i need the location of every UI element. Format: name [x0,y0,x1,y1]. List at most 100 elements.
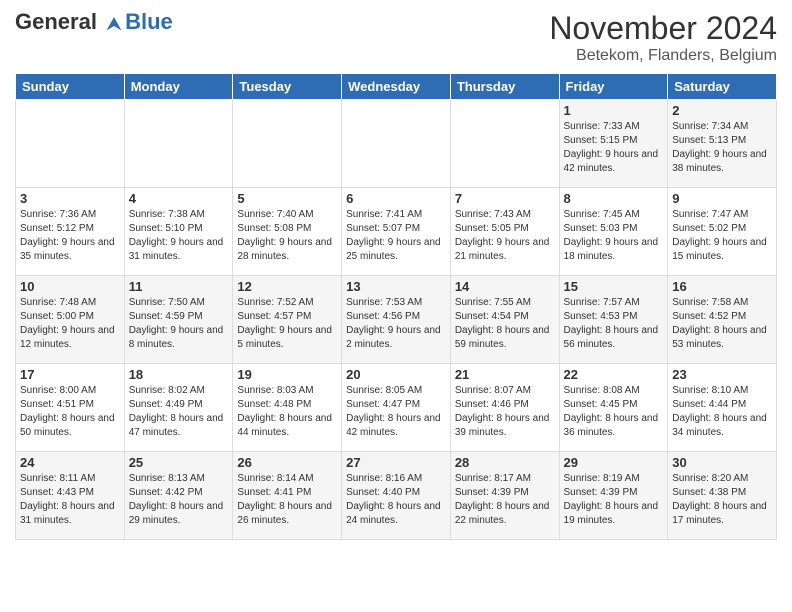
month-title: November 2024 [549,10,777,47]
day-number: 21 [455,367,555,382]
calendar-header-row: Sunday Monday Tuesday Wednesday Thursday… [16,74,777,100]
calendar-cell: 14 Sunrise: 7:55 AM Sunset: 4:54 PM Dayli… [450,276,559,364]
day-number: 27 [346,455,446,470]
calendar-cell: 30 Sunrise: 8:20 AM Sunset: 4:38 PM Dayli… [668,452,777,540]
day-number: 28 [455,455,555,470]
logo-arrow-icon [105,14,123,32]
day-info: Sunrise: 7:50 AM Sunset: 4:59 PM Dayligh… [129,296,229,352]
calendar-cell: 20 Sunrise: 8:05 AM Sunset: 4:47 PM Dayli… [342,364,451,452]
day-number: 9 [672,191,772,206]
calendar-cell: 12 Sunrise: 7:52 AM Sunset: 4:57 PM Dayli… [233,276,342,364]
day-info: Sunrise: 8:20 AM Sunset: 4:38 PM Dayligh… [672,472,772,528]
calendar-cell: 6Sunrise: 7:41 AM Sunset: 5:07 PM Daylig… [342,188,451,276]
day-number: 16 [672,279,772,294]
day-number: 13 [346,279,446,294]
day-info: Sunrise: 8:17 AM Sunset: 4:39 PM Dayligh… [455,472,555,528]
day-number: 17 [20,367,120,382]
calendar-cell: 16 Sunrise: 7:58 AM Sunset: 4:52 PM Dayli… [668,276,777,364]
day-info: Sunrise: 7:33 AM Sunset: 5:15 PM Dayligh… [564,120,664,176]
day-info: Sunrise: 8:05 AM Sunset: 4:47 PM Dayligh… [346,384,446,440]
day-info: Sunrise: 7:38 AM Sunset: 5:10 PM Dayligh… [129,208,229,264]
calendar-cell: 28 Sunrise: 8:17 AM Sunset: 4:39 PM Dayli… [450,452,559,540]
calendar-cell: 3 Sunrise: 7:36 AM Sunset: 5:12 PM Daylig… [16,188,125,276]
day-info: Sunrise: 7:45 AM Sunset: 5:03 PM Dayligh… [564,208,664,264]
day-number: 3 [20,191,120,206]
day-info: Sunrise: 8:02 AM Sunset: 4:49 PM Dayligh… [129,384,229,440]
day-number: 23 [672,367,772,382]
calendar-cell: 19 Sunrise: 8:03 AM Sunset: 4:48 PM Dayli… [233,364,342,452]
calendar-cell [124,100,233,188]
day-info: Sunrise: 8:11 AM Sunset: 4:43 PM Dayligh… [20,472,120,528]
calendar-cell [342,100,451,188]
calendar-cell: 9 Sunrise: 7:47 AM Sunset: 5:02 PM Daylig… [668,188,777,276]
day-number: 7 [455,191,555,206]
col-friday: Friday [559,74,668,100]
day-info: Sunrise: 7:36 AM Sunset: 5:12 PM Dayligh… [20,208,120,264]
day-number: 15 [564,279,664,294]
day-info: Sunrise: 8:19 AM Sunset: 4:39 PM Dayligh… [564,472,664,528]
day-number: 20 [346,367,446,382]
calendar-cell: 4 Sunrise: 7:38 AM Sunset: 5:10 PM Daylig… [124,188,233,276]
calendar-cell [450,100,559,188]
day-info: Sunrise: 7:57 AM Sunset: 4:53 PM Dayligh… [564,296,664,352]
calendar-cell: 22 Sunrise: 8:08 AM Sunset: 4:45 PM Dayli… [559,364,668,452]
day-number: 26 [237,455,337,470]
calendar-week-row: 1 Sunrise: 7:33 AM Sunset: 5:15 PM Daylig… [16,100,777,188]
calendar-cell: 17 Sunrise: 8:00 AM Sunset: 4:51 PM Dayli… [16,364,125,452]
day-info: Sunrise: 7:52 AM Sunset: 4:57 PM Dayligh… [237,296,337,352]
day-number: 25 [129,455,229,470]
calendar-cell: 29 Sunrise: 8:19 AM Sunset: 4:39 PM Dayli… [559,452,668,540]
calendar-cell: 15 Sunrise: 7:57 AM Sunset: 4:53 PM Dayli… [559,276,668,364]
col-saturday: Saturday [668,74,777,100]
day-number: 30 [672,455,772,470]
day-info: Sunrise: 7:41 AM Sunset: 5:07 PM Dayligh… [346,208,446,264]
day-number: 2 [672,103,772,118]
day-info: Sunrise: 7:55 AM Sunset: 4:54 PM Dayligh… [455,296,555,352]
calendar-cell: 18Sunrise: 8:02 AM Sunset: 4:49 PM Dayli… [124,364,233,452]
col-thursday: Thursday [450,74,559,100]
day-number: 1 [564,103,664,118]
day-number: 12 [237,279,337,294]
calendar-cell [16,100,125,188]
day-info: Sunrise: 7:43 AM Sunset: 5:05 PM Dayligh… [455,208,555,264]
day-number: 10 [20,279,120,294]
col-sunday: Sunday [16,74,125,100]
day-number: 22 [564,367,664,382]
calendar-cell: 1 Sunrise: 7:33 AM Sunset: 5:15 PM Daylig… [559,100,668,188]
day-info: Sunrise: 7:58 AM Sunset: 4:52 PM Dayligh… [672,296,772,352]
day-info: Sunrise: 8:03 AM Sunset: 4:48 PM Dayligh… [237,384,337,440]
day-info: Sunrise: 8:16 AM Sunset: 4:40 PM Dayligh… [346,472,446,528]
day-number: 29 [564,455,664,470]
day-info: Sunrise: 8:14 AM Sunset: 4:41 PM Dayligh… [237,472,337,528]
calendar-cell: 25 Sunrise: 8:13 AM Sunset: 4:42 PM Dayli… [124,452,233,540]
day-info: Sunrise: 7:47 AM Sunset: 5:02 PM Dayligh… [672,208,772,264]
calendar-cell: 11Sunrise: 7:50 AM Sunset: 4:59 PM Dayli… [124,276,233,364]
day-number: 4 [129,191,229,206]
day-number: 14 [455,279,555,294]
calendar-week-row: 10Sunrise: 7:48 AM Sunset: 5:00 PM Dayli… [16,276,777,364]
day-info: Sunrise: 7:34 AM Sunset: 5:13 PM Dayligh… [672,120,772,176]
day-info: Sunrise: 8:07 AM Sunset: 4:46 PM Dayligh… [455,384,555,440]
calendar-cell: 27 Sunrise: 8:16 AM Sunset: 4:40 PM Dayli… [342,452,451,540]
calendar-cell [233,100,342,188]
calendar-cell: 2 Sunrise: 7:34 AM Sunset: 5:13 PM Daylig… [668,100,777,188]
page-container: General Blue November 2024 Betekom, Flan… [0,0,792,550]
day-info: Sunrise: 8:00 AM Sunset: 4:51 PM Dayligh… [20,384,120,440]
calendar-week-row: 17 Sunrise: 8:00 AM Sunset: 4:51 PM Dayli… [16,364,777,452]
header: General Blue November 2024 Betekom, Flan… [15,10,777,65]
calendar-table: Sunday Monday Tuesday Wednesday Thursday… [15,73,777,540]
logo: General Blue [15,10,173,34]
calendar-cell: 26 Sunrise: 8:14 AM Sunset: 4:41 PM Dayli… [233,452,342,540]
calendar-week-row: 3 Sunrise: 7:36 AM Sunset: 5:12 PM Daylig… [16,188,777,276]
col-monday: Monday [124,74,233,100]
day-info: Sunrise: 8:10 AM Sunset: 4:44 PM Dayligh… [672,384,772,440]
day-info: Sunrise: 8:13 AM Sunset: 4:42 PM Dayligh… [129,472,229,528]
logo-general: General [15,9,97,34]
col-wednesday: Wednesday [342,74,451,100]
day-number: 5 [237,191,337,206]
day-info: Sunrise: 7:40 AM Sunset: 5:08 PM Dayligh… [237,208,337,264]
day-number: 19 [237,367,337,382]
day-info: Sunrise: 8:08 AM Sunset: 4:45 PM Dayligh… [564,384,664,440]
col-tuesday: Tuesday [233,74,342,100]
day-info: Sunrise: 7:53 AM Sunset: 4:56 PM Dayligh… [346,296,446,352]
